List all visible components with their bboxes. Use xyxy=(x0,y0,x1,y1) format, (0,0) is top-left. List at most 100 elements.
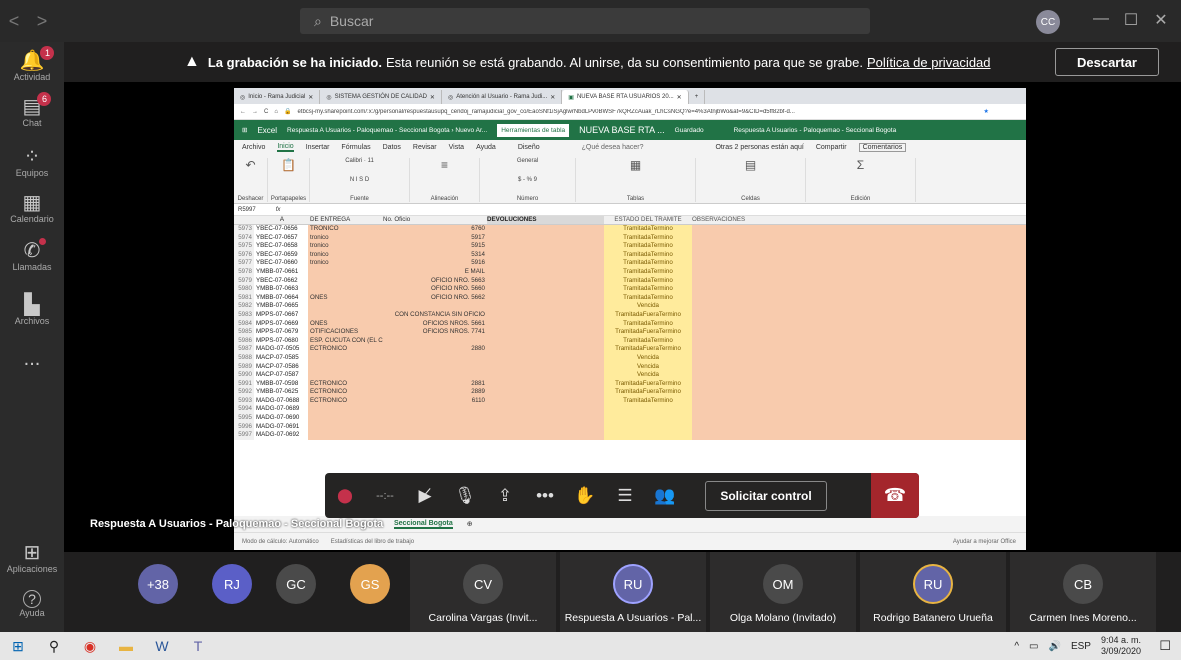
table-cell[interactable]: YMBB-07-0625 xyxy=(254,388,308,397)
table-cell[interactable] xyxy=(383,405,487,415)
font-name-select[interactable]: Calibri · 11 xyxy=(345,158,374,164)
column-header[interactable]: A xyxy=(254,216,308,224)
column-header[interactable]: DE ENTREGA xyxy=(308,216,383,224)
table-cell[interactable]: OFICIO NRO. 5660 xyxy=(383,285,487,294)
table-cell[interactable]: 6110 xyxy=(383,396,487,406)
table-cell[interactable] xyxy=(692,388,1026,397)
table-cell[interactable] xyxy=(692,405,1026,415)
table-cell[interactable]: 2880 xyxy=(383,345,487,354)
table-cell[interactable]: tronico xyxy=(308,250,383,260)
paste-icon[interactable]: 📋 xyxy=(281,158,296,172)
table-cell[interactable] xyxy=(604,431,692,440)
table-row[interactable]: 5994 MADG-07-0689 xyxy=(234,405,1026,415)
dismiss-button[interactable]: Descartar xyxy=(1055,48,1159,76)
participant-tile[interactable]: RU Respuesta A Usuarios - Pal... xyxy=(560,552,706,632)
table-row[interactable]: 5992 YMBB-07-0625 ECTRONICO 2889 TramitadaFu… xyxy=(234,388,1026,397)
table-cell[interactable]: YMBB-07-0661 xyxy=(254,267,308,277)
table-cell[interactable]: TramitadaTermino xyxy=(604,396,692,406)
table-cell[interactable] xyxy=(692,371,1026,380)
table-cell[interactable]: Vencida xyxy=(604,371,692,380)
user-avatar[interactable]: CC xyxy=(1036,10,1060,34)
new-tab-button[interactable]: + xyxy=(689,90,706,104)
table-cell[interactable] xyxy=(308,405,383,415)
maximize-icon[interactable]: ☐ xyxy=(1120,10,1142,30)
table-cell[interactable] xyxy=(308,353,383,363)
name-box[interactable]: R5997 xyxy=(238,207,256,213)
tab-revisar[interactable]: Revisar xyxy=(413,144,437,151)
table-cell[interactable] xyxy=(692,353,1026,363)
tab-archivo[interactable]: Archivo xyxy=(242,144,265,151)
table-cell[interactable]: TRONICO xyxy=(308,225,383,234)
table-cell[interactable]: TramitadaTermino xyxy=(604,319,692,329)
table-row[interactable]: 5993 MADG-07-0688 ECTRÓNICO 6110 TramitadaTe… xyxy=(234,396,1026,406)
table-cell[interactable] xyxy=(692,285,1026,294)
table-cell[interactable] xyxy=(692,379,1026,389)
comments-button[interactable]: Comentarios xyxy=(858,142,907,152)
rail-item-calls[interactable]: ✆ Llamadas xyxy=(0,238,64,272)
table-cell[interactable]: 5917 xyxy=(383,233,487,243)
rail-item-help[interactable]: ? Ayuda xyxy=(0,590,64,618)
tab-vista[interactable]: Vista xyxy=(449,144,464,151)
table-row[interactable]: 5981 YMBB-07-0664 ONES OFICIO NRO. 5662 Tram… xyxy=(234,293,1026,303)
table-cell[interactable] xyxy=(487,345,604,354)
table-cell[interactable]: YBEC-07-0659 xyxy=(254,250,308,260)
table-cell[interactable] xyxy=(692,242,1026,251)
column-header[interactable]: ESTADO DEL TRAMITE xyxy=(604,216,692,224)
table-cell[interactable]: CON CONSTANCIA SIN OFICIO xyxy=(383,310,487,320)
table-cell[interactable]: OTIFICACIONES xyxy=(308,328,383,337)
reload-icon[interactable]: C xyxy=(264,109,268,115)
table-cell[interactable]: ECTRONICO xyxy=(308,388,383,397)
table-cell[interactable]: TramitadaTermino xyxy=(604,225,692,234)
table-cell[interactable]: YBEC-07-0657 xyxy=(254,233,308,243)
table-cell[interactable] xyxy=(692,431,1026,440)
tab-datos[interactable]: Datos xyxy=(383,144,401,151)
table-cell[interactable]: ONES xyxy=(308,293,383,303)
table-cell[interactable]: Vencida xyxy=(604,302,692,311)
table-cell[interactable] xyxy=(308,431,383,440)
column-header[interactable]: No. Oficio xyxy=(383,216,487,224)
table-cell[interactable]: MPPS-07-0679 xyxy=(254,328,308,337)
table-row[interactable]: 5995 MADG-07-0690 xyxy=(234,414,1026,423)
table-cell[interactable]: MPPS-07-0669 xyxy=(254,319,308,329)
table-cell[interactable] xyxy=(692,293,1026,303)
table-cell[interactable] xyxy=(487,362,604,372)
table-cell[interactable] xyxy=(308,362,383,372)
close-icon[interactable]: ✕ xyxy=(1150,10,1172,30)
tab-inicio[interactable]: Inicio xyxy=(277,143,294,152)
table-cell[interactable]: TramitadaFueraTermino xyxy=(604,379,692,389)
table-row[interactable]: 5990 MACP-07-0587 Vencida xyxy=(234,371,1026,380)
table-cell[interactable] xyxy=(383,353,487,363)
table-row[interactable]: 5986MPPS-07-0680ESP. CUCUTA CON (EL CONO… xyxy=(234,336,1026,346)
table-format-icon[interactable]: ▦ xyxy=(630,158,641,172)
table-cell[interactable] xyxy=(692,414,1026,423)
table-cell[interactable]: MACP-07-0587 xyxy=(254,371,308,380)
table-cell[interactable] xyxy=(692,328,1026,337)
participant-tile[interactable]: GC xyxy=(268,552,324,632)
context-tab[interactable]: Herramientas de tabla xyxy=(497,123,570,137)
table-cell[interactable]: TramitadaTermino xyxy=(604,293,692,303)
word-icon[interactable]: W xyxy=(144,632,180,660)
table-cell[interactable] xyxy=(692,345,1026,354)
participant-tile[interactable]: OM Olga Molano (Invitado) xyxy=(710,552,856,632)
table-cell[interactable] xyxy=(487,285,604,294)
back-arrow-icon[interactable]: ← xyxy=(240,109,246,115)
table-cell[interactable]: OFICIOS NROS. 7741 xyxy=(383,328,487,337)
number-buttons[interactable]: $ - % 9 xyxy=(518,177,537,183)
privacy-link[interactable]: Política de privacidad xyxy=(867,55,991,70)
table-cell[interactable] xyxy=(692,276,1026,286)
participant-tile[interactable]: RU Rodrigo Batanero Urueña xyxy=(860,552,1006,632)
clock[interactable]: 9:04 a. m. 3/09/2020 xyxy=(1101,635,1141,657)
participant-tile[interactable]: RJ xyxy=(204,552,260,632)
tab-insertar[interactable]: Insertar xyxy=(306,144,330,151)
share-screen-icon[interactable]: ⇪ xyxy=(485,473,525,518)
spreadsheet-grid[interactable]: A DE ENTREGA No. Oficio DEVOLUCIONES EST… xyxy=(234,216,1026,516)
table-row[interactable]: 5973 YBEC-07-0656 TRONICO 6760 TramitadaTerm… xyxy=(234,225,1026,234)
table-cell[interactable]: ECTRONICO xyxy=(308,345,383,354)
minimize-icon[interactable]: — xyxy=(1090,10,1112,28)
table-cell[interactable]: TramitadaFueraTermino xyxy=(604,310,692,320)
table-cell[interactable] xyxy=(692,310,1026,320)
feedback-link[interactable]: Ayudar a mejorar Office xyxy=(953,539,1016,545)
table-cell[interactable] xyxy=(487,431,604,440)
search-icon[interactable]: ⚲ xyxy=(36,632,72,660)
browser-tab[interactable]: ◎ SISTEMA GESTIÓN DE CALIDAD ✕ xyxy=(320,90,442,104)
